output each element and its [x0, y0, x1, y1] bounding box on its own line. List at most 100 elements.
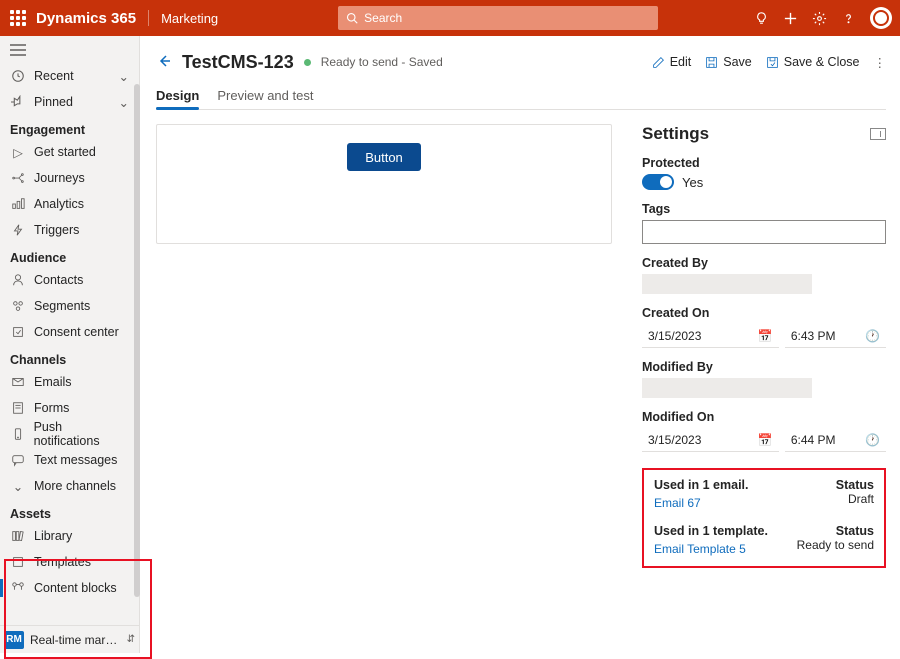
used-template-link[interactable]: Email Template 5 [654, 542, 746, 556]
sidebar-item-more-channels[interactable]: ⌄More channels [0, 473, 139, 499]
clock-icon: 🕐 [865, 329, 880, 343]
templates-icon [10, 555, 26, 569]
sidebar-item-label: Emails [34, 375, 72, 389]
sidebar-item-get-started[interactable]: ▷Get started [0, 139, 139, 165]
hamburger-icon[interactable] [0, 40, 139, 63]
tab-design[interactable]: Design [156, 88, 199, 109]
status-text: Ready to send - Saved [321, 55, 443, 69]
app-launcher-icon[interactable] [8, 8, 28, 28]
usage-box: Used in 1 email. Status Email 67 Draft U… [642, 468, 886, 568]
sidebar-item-emails[interactable]: Emails [0, 369, 139, 395]
sidebar-item-content-blocks[interactable]: Content blocks [0, 575, 139, 601]
sidebar-item-segments[interactable]: Segments [0, 293, 139, 319]
sidebar-footer[interactable]: RM Real-time marketi... ⇵ [0, 625, 139, 653]
lightbulb-icon[interactable] [754, 11, 769, 26]
sidebar-item-journeys[interactable]: Journeys [0, 165, 139, 191]
journeys-icon [10, 171, 26, 185]
sidebar-item-pinned[interactable]: Pinned ⌄ [0, 89, 139, 115]
pin-icon [10, 95, 26, 109]
save-button[interactable]: Save [705, 55, 752, 69]
sidebar-item-text[interactable]: Text messages [0, 447, 139, 473]
sidebar-item-push[interactable]: Push notifications [0, 421, 139, 447]
topbar-actions [754, 7, 892, 29]
settings-title: Settings [642, 124, 709, 144]
sidebar-item-consent[interactable]: Consent center [0, 319, 139, 345]
used-email-status: Draft [848, 492, 874, 510]
sidebar-item-forms[interactable]: Forms [0, 395, 139, 421]
sidebar-item-analytics[interactable]: Analytics [0, 191, 139, 217]
search-input[interactable]: Search [338, 6, 658, 30]
sidebar-item-recent[interactable]: Recent ⌄ [0, 63, 139, 89]
created-on-label: Created On [642, 306, 886, 320]
sidebar-item-label: Consent center [34, 325, 119, 339]
chevron-updown-icon: ⇵ [127, 634, 135, 645]
sidebar-item-label: Contacts [34, 273, 83, 287]
sidebar-section-audience: Audience [0, 243, 139, 267]
tags-input[interactable] [642, 220, 886, 244]
plus-icon[interactable] [783, 11, 798, 26]
more-icon[interactable]: ⋮ [874, 55, 887, 70]
modified-by-value [642, 378, 812, 398]
segments-icon [10, 299, 26, 313]
analytics-icon [10, 197, 26, 211]
sidebar-item-label: Text messages [34, 453, 117, 467]
protected-value: Yes [682, 175, 703, 190]
app-module[interactable]: Marketing [161, 11, 218, 26]
app-brand: Dynamics 365 [36, 10, 136, 27]
sidebar-item-label: Content blocks [34, 581, 117, 595]
edit-button[interactable]: Edit [652, 55, 692, 69]
gear-icon[interactable] [812, 11, 827, 26]
sidebar-item-label: More channels [34, 479, 116, 493]
tabs: Design Preview and test [156, 82, 886, 110]
status-header: Status [836, 524, 874, 538]
avatar[interactable] [870, 7, 892, 29]
save-close-button[interactable]: Save & Close [766, 55, 860, 69]
content-blocks-icon [10, 581, 26, 595]
created-on-time[interactable]: 6:43 PM🕐 [785, 324, 886, 348]
sidebar-item-library[interactable]: Library [0, 523, 139, 549]
sidebar-item-label: Templates [34, 555, 91, 569]
used-template-status: Ready to send [797, 538, 874, 556]
trigger-icon [10, 223, 26, 237]
tab-preview[interactable]: Preview and test [217, 88, 313, 109]
sidebar-item-contacts[interactable]: Contacts [0, 267, 139, 293]
help-icon[interactable] [841, 11, 856, 26]
sidebar-section-engagement: Engagement [0, 115, 139, 139]
text-icon [10, 453, 26, 467]
calendar-icon: 📅 [758, 433, 773, 447]
back-icon[interactable] [156, 53, 172, 72]
design-canvas[interactable]: Button [156, 124, 612, 244]
protected-toggle[interactable] [642, 174, 674, 190]
top-bar: Dynamics 365 Marketing Search [0, 0, 900, 36]
page-header: TestCMS-123 Ready to send - Saved Edit S… [156, 42, 886, 82]
clock-icon: 🕐 [865, 433, 880, 447]
created-on-date[interactable]: 3/15/2023📅 [642, 324, 779, 348]
sidebar-item-label: Forms [34, 401, 69, 415]
modified-on-date[interactable]: 3/15/2023📅 [642, 428, 779, 452]
protected-label: Protected [642, 156, 886, 170]
calendar-icon: 📅 [758, 329, 773, 343]
modified-on-label: Modified On [642, 410, 886, 424]
sidebar-scrollbar[interactable] [134, 84, 140, 597]
used-email-link[interactable]: Email 67 [654, 496, 701, 510]
email-icon [10, 375, 26, 389]
used-template-header: Used in 1 template. [654, 524, 768, 538]
sidebar-item-label: Journeys [34, 171, 85, 185]
used-email-header: Used in 1 email. [654, 478, 748, 492]
footer-label: Real-time marketi... [30, 633, 121, 647]
sidebar-item-label: Push notifications [34, 420, 129, 448]
sidebar-item-templates[interactable]: Templates [0, 549, 139, 575]
canvas-button[interactable]: Button [347, 143, 421, 171]
clock-icon [10, 69, 26, 83]
status-dot-icon [304, 59, 311, 66]
search-placeholder: Search [364, 11, 402, 25]
forms-icon [10, 401, 26, 415]
play-icon: ▷ [10, 145, 26, 160]
page-title: TestCMS-123 [182, 52, 294, 73]
sidebar-item-triggers[interactable]: Triggers [0, 217, 139, 243]
panel-toggle-icon[interactable] [870, 128, 886, 140]
modified-on-time[interactable]: 6:44 PM🕐 [785, 428, 886, 452]
sidebar-item-label: Triggers [34, 223, 79, 237]
created-by-label: Created By [642, 256, 886, 270]
sidebar-item-label: Analytics [34, 197, 84, 211]
